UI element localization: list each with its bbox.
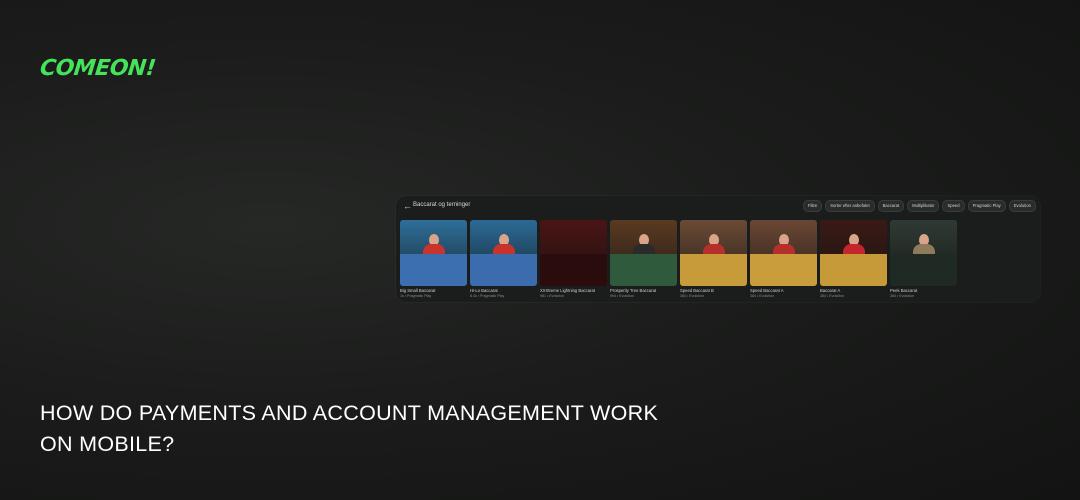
- filter-bar: Filtre Sorter efter anbefalet Baccarat Mult…: [802, 200, 1036, 212]
- casino-table: [540, 254, 607, 286]
- game-title: Baccarat A: [820, 288, 841, 293]
- filter-chip[interactable]: Pragmatic Play: [967, 200, 1006, 212]
- game-provider: 384 • Evolution: [750, 294, 775, 298]
- article-headline: HOW DO PAYMENTS AND ACCOUNT MANAGEMENT W…: [40, 401, 659, 456]
- filter-chip[interactable]: Baccarat: [877, 200, 905, 212]
- casino-table: [680, 254, 747, 286]
- game-thumbnail[interactable]: [400, 220, 467, 286]
- casino-table: [890, 254, 957, 286]
- filter-chip[interactable]: Sorter efter anbefalet: [825, 200, 875, 212]
- panel-header: ← Baccarat og terninger Filtre Sorter eft…: [396, 196, 1040, 218]
- game-card[interactable]: Prosperity Tree Baccarat 994 • Evolution: [610, 220, 677, 298]
- filter-chip[interactable]: Evolution: [1008, 200, 1036, 212]
- game-title: Prosperity Tree Baccarat: [610, 288, 657, 293]
- game-thumbnail[interactable]: [820, 220, 887, 286]
- filter-chip[interactable]: Multiplikator: [907, 200, 940, 212]
- game-thumbnail[interactable]: [470, 220, 537, 286]
- game-card[interactable]: Speed Baccarat A 384 • Evolution: [750, 220, 817, 298]
- casino-table: [610, 254, 677, 286]
- game-card[interactable]: Speed Baccarat B 384 • Evolution: [680, 220, 747, 298]
- game-provider: 994 • Evolution: [610, 294, 635, 298]
- game-title: Peek Baccarat: [890, 288, 918, 293]
- game-title: Big Small Baccarat: [400, 288, 436, 293]
- game-thumbnail[interactable]: [680, 220, 747, 286]
- game-provider: 981 • Evolution: [540, 294, 565, 298]
- game-title: Speed Baccarat A: [750, 288, 784, 293]
- casino-table: [820, 254, 887, 286]
- filter-chip[interactable]: Speed: [942, 200, 965, 212]
- game-card[interactable]: Hi-Lo Baccarat 8.4k • Pragmatic Play: [470, 220, 537, 298]
- game-thumbnail[interactable]: [540, 220, 607, 286]
- game-provider: 384 • Evolution: [820, 294, 845, 298]
- game-thumbnail[interactable]: [610, 220, 677, 286]
- game-title: XXXtreme Lightning Baccarat: [540, 288, 595, 293]
- casino-table: [750, 254, 817, 286]
- casino-table: [470, 254, 537, 286]
- filter-chip[interactable]: Filtre: [802, 200, 823, 212]
- back-arrow-icon[interactable]: ←: [403, 201, 412, 211]
- game-title: Speed Baccarat B: [680, 288, 714, 293]
- game-provider: 384 • Evolution: [680, 294, 705, 298]
- casino-table: [400, 254, 467, 286]
- game-card[interactable]: Baccarat A 384 • Evolution: [820, 220, 887, 298]
- game-list: Big Small Baccarat 1k • Pragmatic Play Hi-…: [400, 220, 957, 298]
- game-card[interactable]: Big Small Baccarat 1k • Pragmatic Play: [400, 220, 467, 298]
- game-provider: 1k • Pragmatic Play: [400, 294, 432, 298]
- game-provider: 384 • Evolution: [890, 294, 915, 298]
- game-thumbnail[interactable]: [890, 220, 957, 286]
- game-thumbnail[interactable]: [750, 220, 817, 286]
- category-title: Baccarat og terninger: [413, 202, 471, 208]
- game-title: Hi-Lo Baccarat: [470, 288, 498, 293]
- game-card[interactable]: Peek Baccarat 384 • Evolution: [890, 220, 957, 298]
- game-category-preview: ← Baccarat og terninger Filtre Sorter eft…: [396, 196, 1040, 302]
- game-card[interactable]: XXXtreme Lightning Baccarat 981 • Evoluti…: [540, 220, 607, 298]
- game-provider: 8.4k • Pragmatic Play: [470, 294, 505, 298]
- comeon-logo[interactable]: COMEON!: [39, 56, 157, 81]
